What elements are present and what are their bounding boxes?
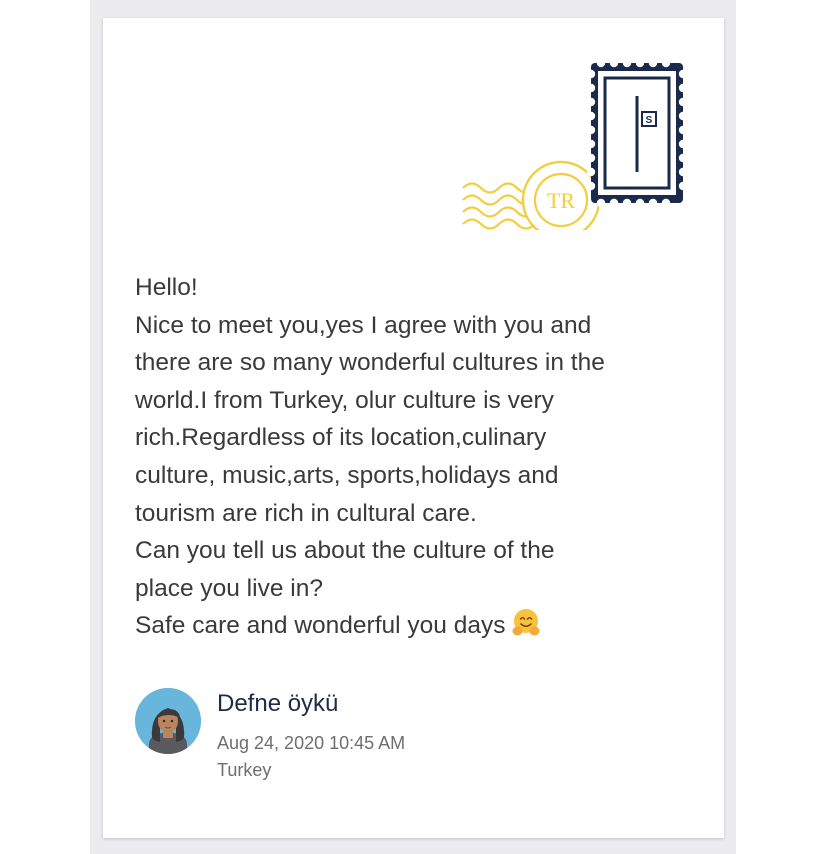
message-line: place you live in? bbox=[135, 574, 323, 602]
message-line: Hello! bbox=[135, 274, 198, 301]
message-line: tourism are rich in cultural care. bbox=[135, 499, 477, 527]
postmark-text: TR bbox=[547, 188, 575, 213]
author-name[interactable]: Defne öykü bbox=[217, 690, 338, 718]
postage-stamp-icon: TR S bbox=[462, 60, 688, 230]
message-line: culture, music,arts, sports,holidays and bbox=[135, 461, 559, 489]
message-body: Hello! Nice to meet you,yes I agree with… bbox=[135, 269, 705, 645]
post-timestamp: Aug 24, 2020 10:45 AM bbox=[217, 733, 406, 753]
message-line: rich.Regardless of its location,culinary bbox=[135, 424, 547, 452]
hugging-face-icon bbox=[512, 609, 540, 636]
message-line: there are so many wonderful cultures in … bbox=[135, 349, 605, 377]
message-line: world.I from Turkey, olur culture is ver… bbox=[135, 386, 554, 414]
stamp-corner-text: S bbox=[646, 115, 653, 126]
user-avatar-icon bbox=[135, 688, 201, 754]
stamp: S bbox=[586, 60, 688, 208]
avatar[interactable] bbox=[135, 688, 201, 754]
message-line: Nice to meet you,yes I agree with you an… bbox=[135, 311, 592, 339]
author-info: Defne öykü Aug 24, 2020 10:45 AM Turkey bbox=[135, 688, 695, 788]
message-line-text: Safe care and wonderful you days bbox=[135, 612, 506, 640]
author-country: Turkey bbox=[217, 760, 272, 780]
screen: TR S Hello! Nice to meet you,yes I agree… bbox=[0, 0, 828, 854]
postcard: TR S Hello! Nice to meet you,yes I agree… bbox=[103, 18, 724, 838]
message-last-line: Safe care and wonderful you days bbox=[135, 607, 705, 645]
message-line: Can you tell us about the culture of the bbox=[135, 537, 555, 565]
